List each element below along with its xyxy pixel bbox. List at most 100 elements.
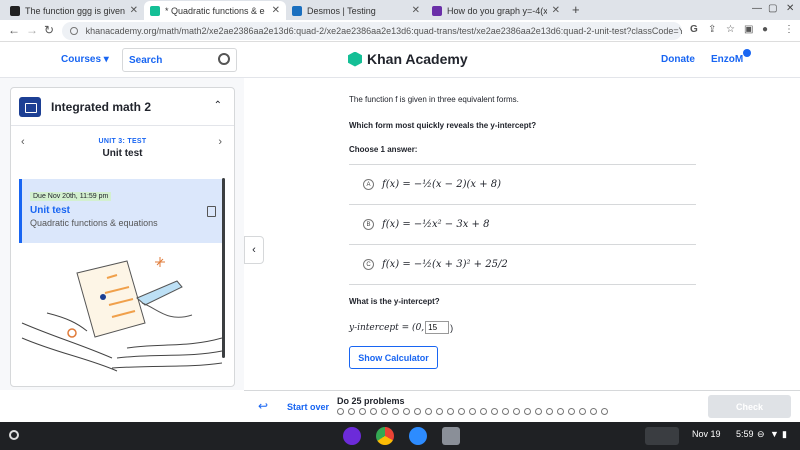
progress-dot: [458, 408, 465, 415]
os-shelf: Nov 19 5:59 ⊖ ▼ ▮: [0, 422, 800, 450]
zoom-icon[interactable]: [409, 427, 427, 445]
choice-expression: f(x) = −½x² − 3x + 8: [382, 219, 490, 230]
new-tab-button[interactable]: +: [572, 2, 580, 17]
tab-close-icon[interactable]: ✕: [552, 5, 560, 16]
sidebar-scrollbar[interactable]: [222, 178, 225, 358]
y-intercept-row: y-intercept = (0, ): [349, 321, 453, 334]
question-prompt: Which form most quickly reveals the y-in…: [349, 121, 537, 130]
close-window-icon[interactable]: ✕: [786, 3, 794, 14]
choice-letter: C: [363, 259, 374, 270]
app-window-icon[interactable]: [442, 427, 460, 445]
answer-choice-a[interactable]: A f(x) = −½(x − 2)(x + 8): [349, 165, 696, 205]
progress-dot: [535, 408, 542, 415]
chevron-up-icon[interactable]: ⌃: [214, 100, 222, 111]
battery-icon[interactable]: ▮: [782, 429, 787, 440]
google-lens-icon[interactable]: G: [690, 24, 698, 35]
courses-menu-button[interactable]: Courses ▾: [61, 54, 109, 65]
notification-dot-icon: [743, 49, 752, 57]
followup-question: What is the y-intercept?: [349, 297, 440, 306]
logo-text: Khan Academy: [367, 51, 468, 67]
progress-dot: [469, 408, 476, 415]
answer-choice-b[interactable]: B f(x) = −½x² − 3x + 8: [349, 205, 696, 245]
browser-tab-3[interactable]: Desmos | Testing ✕: [286, 1, 426, 20]
start-over-icon[interactable]: ↩: [258, 399, 268, 413]
app-k-icon[interactable]: [343, 427, 361, 445]
site-info-icon[interactable]: [70, 27, 78, 35]
launcher-icon[interactable]: [9, 430, 19, 440]
browser-tab-4[interactable]: How do you graph y=-4(x+2)^2- ✕: [426, 1, 566, 20]
browser-tab-2[interactable]: * Quadratic functions & equation ✕: [144, 1, 286, 20]
reload-icon[interactable]: ↻: [44, 23, 54, 37]
course-book-icon: [19, 96, 41, 117]
menu-icon[interactable]: ⋮: [784, 24, 794, 35]
share-icon[interactable]: ⇪: [708, 24, 716, 35]
minimize-icon[interactable]: —: [752, 3, 762, 14]
khan-academy-logo[interactable]: Khan Academy: [348, 51, 468, 67]
progress-dot: [568, 408, 575, 415]
desmos-favicon-icon: [292, 5, 302, 16]
progress-dot: [381, 408, 388, 415]
tab-favicon-icon: [10, 5, 20, 16]
sidebar-item-unit-test[interactable]: Due Nov 20th, 11:59 pm Unit test Quadrat…: [19, 179, 224, 243]
wifi-icon[interactable]: ▼: [770, 429, 779, 439]
maximize-icon[interactable]: ▢: [768, 3, 777, 14]
back-icon[interactable]: ←: [8, 23, 20, 37]
progress-dot: [546, 408, 553, 415]
question-panel: The function f is given in three equival…: [266, 78, 800, 390]
date-display[interactable]: Nov 19: [692, 429, 721, 439]
check-button[interactable]: Check: [708, 395, 791, 418]
choice-letter: B: [363, 219, 374, 230]
search-icon: [218, 53, 230, 65]
edit-icon: [207, 206, 216, 217]
chrome-icon[interactable]: [376, 427, 394, 445]
progress-dot: [359, 408, 366, 415]
clock[interactable]: 5:59: [736, 429, 754, 439]
exercise-footer: ↩ Start over Do 25 problems Check: [244, 390, 800, 422]
tab-close-icon[interactable]: ✕: [412, 5, 420, 16]
site-header: Courses ▾ Search Khan Academy Donate Enz…: [0, 42, 800, 78]
search-input[interactable]: Search: [122, 48, 237, 72]
progress-dot: [480, 408, 487, 415]
progress-dot: [425, 408, 432, 415]
extensions-icon[interactable]: ▣: [744, 24, 753, 35]
progress-dot: [447, 408, 454, 415]
user-menu[interactable]: EnzoM: [711, 49, 752, 65]
bookmark-star-icon[interactable]: ☆: [726, 24, 735, 35]
next-unit-icon[interactable]: ›: [218, 136, 222, 148]
progress-dot: [579, 408, 586, 415]
tab-close-icon[interactable]: ✕: [130, 5, 138, 16]
due-date-badge: Due Nov 20th, 11:59 pm: [30, 192, 112, 201]
tab-close-icon[interactable]: ✕: [272, 5, 280, 16]
question-intro: The function f is given in three equival…: [349, 95, 519, 104]
collapse-sidebar-button[interactable]: ‹: [244, 236, 264, 264]
answer-choice-c[interactable]: C f(x) = −½(x + 3)² + 25/2: [349, 245, 696, 285]
progress-dot: [436, 408, 443, 415]
khan-favicon-icon: [150, 5, 160, 16]
show-calculator-button[interactable]: Show Calculator: [349, 346, 438, 369]
browser-tab-1[interactable]: The function ggg is given in thre ✕: [4, 1, 144, 20]
tote-icon[interactable]: [645, 427, 679, 445]
progress-dot: [392, 408, 399, 415]
course-title: Integrated math 2: [51, 99, 152, 114]
donate-link[interactable]: Donate: [661, 54, 695, 65]
dnd-icon[interactable]: ⊖: [757, 429, 765, 440]
tab-title: The function ggg is given in thre: [25, 5, 125, 16]
y-intercept-label: y-intercept = (0,: [349, 322, 425, 333]
course-card-header[interactable]: Integrated math 2 ⌃: [11, 88, 234, 126]
y-intercept-input[interactable]: [425, 321, 450, 334]
choice-expression: f(x) = −½(x + 3)² + 25/2: [382, 259, 508, 270]
choice-letter: A: [363, 179, 374, 190]
progress-dot: [557, 408, 564, 415]
start-over-button[interactable]: Start over: [287, 402, 329, 412]
progress-dot: [601, 408, 608, 415]
profile-icon[interactable]: ●: [762, 24, 768, 35]
url-field[interactable]: khanacademy.org/math/math2/xe2ae2386aa2e…: [62, 22, 682, 40]
progress-dots: [337, 408, 608, 415]
progress-dot: [513, 408, 520, 415]
problem-count: Do 25 problems: [337, 396, 405, 406]
tab-title: Desmos | Testing: [307, 5, 376, 16]
forward-icon[interactable]: →: [26, 23, 38, 37]
item-title: Unit test: [30, 205, 70, 216]
tab-title: How do you graph y=-4(x+2)^2-: [447, 5, 547, 16]
progress-dot: [414, 408, 421, 415]
